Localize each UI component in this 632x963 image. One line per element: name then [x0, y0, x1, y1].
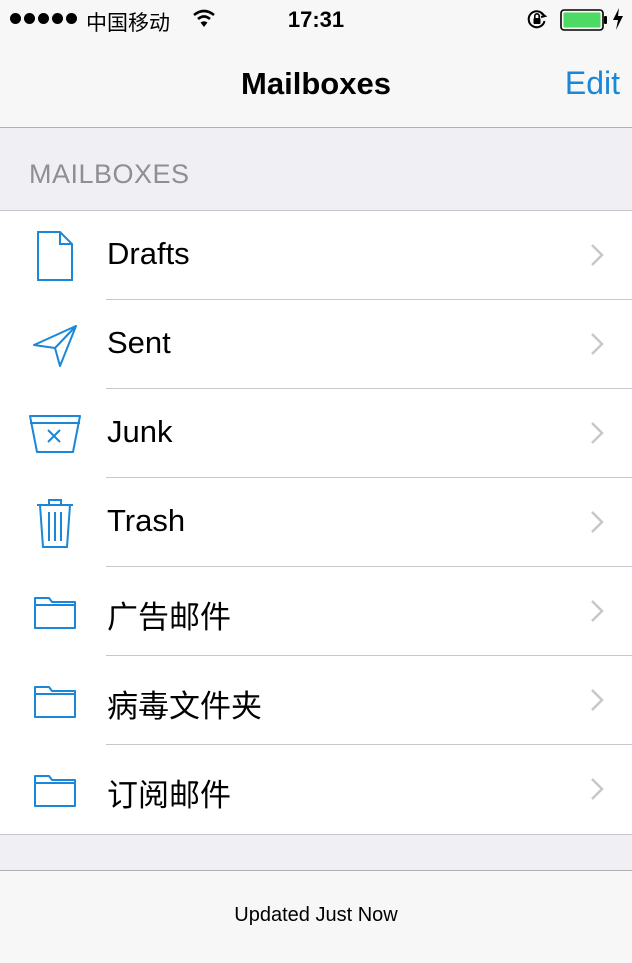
mailbox-row-folder[interactable]: 订阅邮件 [0, 745, 632, 834]
section-header: MAILBOXES [0, 128, 632, 211]
mailbox-row-trash[interactable]: Trash [0, 478, 632, 567]
chevron-right-icon [590, 777, 604, 806]
mailbox-row-junk[interactable]: Junk [0, 389, 632, 478]
chevron-right-icon [590, 332, 604, 361]
mailbox-row-drafts[interactable]: Drafts [0, 211, 632, 300]
edit-button[interactable]: Edit [565, 65, 620, 102]
mailbox-row-folder[interactable]: 病毒文件夹 [0, 656, 632, 745]
mailbox-label: 广告邮件 [107, 600, 231, 635]
junk-box-icon [28, 407, 82, 461]
section-header-label: MAILBOXES [29, 159, 190, 189]
chevron-right-icon [590, 688, 604, 717]
update-status-text: Updated Just Now [234, 904, 398, 926]
charging-bolt-icon [612, 8, 624, 35]
chevron-right-icon [590, 421, 604, 450]
mailbox-label: Trash [107, 503, 186, 538]
folder-icon [28, 763, 82, 817]
navigation-bar: Mailboxes Edit [0, 40, 632, 128]
rotation-lock-icon [526, 8, 548, 35]
mailbox-label: Sent [107, 325, 171, 360]
folder-icon [28, 585, 82, 639]
trash-can-icon [28, 496, 82, 550]
chevron-right-icon [590, 510, 604, 539]
chevron-right-icon [590, 599, 604, 628]
paper-plane-icon [28, 318, 82, 372]
mailbox-label: 病毒文件夹 [107, 689, 262, 724]
mailbox-row-folder[interactable]: 广告邮件 [0, 567, 632, 656]
draft-document-icon [28, 229, 82, 283]
mailbox-label: Drafts [107, 236, 190, 271]
battery-icon [560, 9, 608, 36]
mailbox-row-sent[interactable]: Sent [0, 300, 632, 389]
page-title: Mailboxes [241, 66, 391, 101]
status-bar: 中国移动 17:31 [0, 0, 632, 40]
mailbox-list: Drafts Sent Junk Trash 广告邮件 病毒文件夹 订阅邮件 [0, 211, 632, 835]
mailbox-label: 订阅邮件 [107, 778, 231, 813]
folder-icon [28, 674, 82, 728]
chevron-right-icon [590, 243, 604, 272]
mailbox-label: Junk [107, 414, 173, 449]
bottom-toolbar: Updated Just Now [0, 870, 632, 963]
